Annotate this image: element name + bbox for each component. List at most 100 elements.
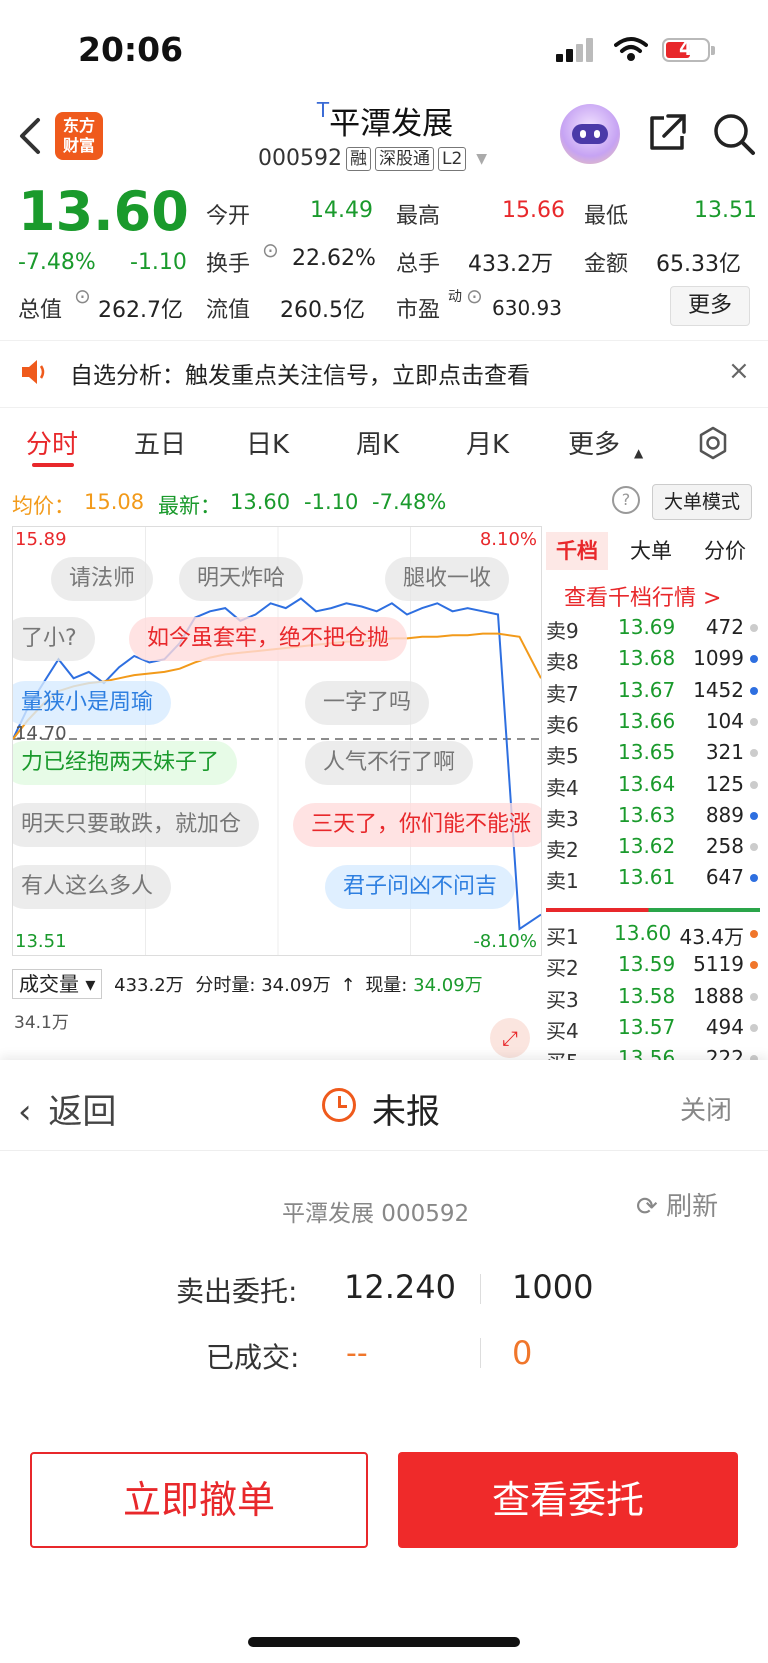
- order-indicator-dot: [750, 624, 758, 632]
- stat-value-turnover: 22.62%: [292, 246, 376, 271]
- more-button[interactable]: 更多: [670, 286, 750, 326]
- ask-row[interactable]: 卖4 13.64 125: [546, 769, 760, 800]
- stat-label-high: 最高: [396, 204, 441, 229]
- caret-icon: ▲: [634, 446, 644, 460]
- order-indicator-dot: [750, 749, 758, 758]
- settings-icon[interactable]: [696, 426, 730, 460]
- ask-volume: 472: [705, 615, 744, 639]
- panel-close-button[interactable]: 关闭: [680, 1090, 732, 1127]
- tab-monthly-k[interactable]: 月K: [466, 424, 509, 461]
- intraday-chart[interactable]: 请法师 明天炸哈 腿收一收 了小? 如今虽套牢，绝不把仓抛 量狭小是周瑜 一字了…: [12, 526, 542, 956]
- refresh-button[interactable]: ⟳ 刷新: [636, 1186, 718, 1223]
- bid-volume: 5119: [693, 952, 744, 977]
- ask-row[interactable]: 卖9 13.69 472: [546, 612, 760, 643]
- danmu-comment: 人气不行了啊: [305, 741, 474, 785]
- back-icon[interactable]: [18, 116, 42, 156]
- info-icon[interactable]: ⊙: [74, 284, 91, 308]
- change-value: -1.10: [130, 250, 187, 275]
- big-order-mode-button[interactable]: 大单模式: [652, 484, 752, 520]
- bid-label: 买4: [546, 1018, 579, 1043]
- ask-row[interactable]: 卖7 13.67 1452: [546, 675, 760, 706]
- orderbook-tabs: 千档 大单 分价: [546, 532, 760, 572]
- tab-big-order[interactable]: 大单: [630, 532, 672, 570]
- orderbook-divider: [546, 908, 760, 912]
- stock-title[interactable]: T平潭发展: [240, 98, 530, 143]
- refresh-icon: ⟳: [636, 1192, 658, 1222]
- bid-label: 买1: [546, 925, 579, 949]
- stat-label-turnover: 换手: [206, 252, 251, 277]
- bid-price: 13.60: [614, 921, 672, 945]
- help-icon[interactable]: ?: [612, 486, 640, 514]
- app-logo[interactable]: 东方 财富: [55, 112, 103, 160]
- volume-selector[interactable]: 成交量 ▾: [12, 969, 103, 999]
- panel-back-button[interactable]: ‹ 返回: [18, 1084, 116, 1133]
- tab-thousand-level[interactable]: 千档: [546, 532, 608, 570]
- order-indicator-dot: [750, 1023, 758, 1032]
- tab-daily-k[interactable]: 日K: [246, 424, 289, 461]
- ask-price: 13.63: [618, 802, 676, 827]
- order-indicator-dot: [750, 655, 758, 664]
- ask-row[interactable]: 卖1 13.61 647: [546, 862, 760, 893]
- info-icon[interactable]: ⊙: [466, 284, 483, 308]
- ask-volume: 321: [705, 740, 744, 765]
- cancel-order-button[interactable]: 立即撤单: [30, 1452, 368, 1548]
- close-icon[interactable]: ×: [728, 356, 750, 386]
- tick-volume-label: 分时量:: [195, 975, 256, 996]
- danmu-comment: 明天炸哈: [179, 557, 304, 601]
- ask-label: 卖9: [546, 619, 579, 643]
- assistant-avatar-icon[interactable]: [560, 104, 620, 164]
- ask-row[interactable]: 卖5 13.65 321: [546, 737, 760, 768]
- info-icon[interactable]: ⊙: [262, 238, 279, 262]
- tab-price-dist[interactable]: 分价: [704, 532, 746, 570]
- ask-price: 13.68: [618, 646, 676, 671]
- stat-value-pe: 630.93: [492, 296, 562, 320]
- tick-volume-value: 34.09万: [261, 975, 331, 996]
- search-icon[interactable]: [712, 112, 756, 156]
- tab-intraday[interactable]: 分时: [26, 424, 78, 461]
- ask-row[interactable]: 卖2 13.62 258: [546, 831, 760, 862]
- order-indicator-dot: [750, 874, 758, 883]
- bid-row[interactable]: 买4 13.57 494: [546, 1012, 760, 1043]
- sell-order-qty: 1000: [512, 1268, 594, 1306]
- avg-value: 15.08: [84, 490, 145, 514]
- bid-row[interactable]: 买2 13.59 5119: [546, 949, 760, 980]
- tab-5day[interactable]: 五日: [134, 424, 186, 461]
- stat-value-high: 15.66: [502, 198, 565, 223]
- stat-value-mktcap: 262.7亿: [98, 298, 183, 323]
- danmu-comment: 量狭小是周瑜: [13, 681, 172, 725]
- view-orders-button[interactable]: 查看委托: [398, 1452, 738, 1548]
- tab-weekly-k[interactable]: 周K: [356, 424, 399, 461]
- stock-subline[interactable]: 000592 融 深股通 L2 ▼: [258, 146, 487, 171]
- change-pct: -7.48%: [18, 250, 96, 275]
- avg-label: 均价：: [12, 494, 75, 518]
- ask-volume: 104: [705, 708, 744, 733]
- danmu-comment: 了小?: [13, 617, 95, 661]
- volume-row: 成交量 ▾ 433.2万 分时量: 34.09万 ↑ 现量: 34.09万: [12, 968, 483, 999]
- share-icon[interactable]: [646, 112, 688, 154]
- wifi-icon: [614, 37, 648, 61]
- order-indicator-dot: [750, 717, 758, 726]
- battery-icon: 4: [662, 36, 710, 62]
- signal-icon: [556, 38, 596, 62]
- bid-row[interactable]: 买1 13.60 43.4万: [546, 918, 760, 949]
- bid-volume: 1888: [693, 983, 744, 1008]
- danmu-comment: 请法师: [51, 557, 154, 601]
- ask-row[interactable]: 卖3 13.63 889: [546, 800, 760, 831]
- stat-value-float: 260.5亿: [280, 298, 365, 323]
- bid-label: 买3: [546, 987, 579, 1012]
- ask-row[interactable]: 卖6 13.66 104: [546, 706, 760, 737]
- bid-row[interactable]: 买3 13.58 1888: [546, 981, 760, 1012]
- ask-label: 卖8: [546, 650, 579, 675]
- tab-more[interactable]: 更多: [568, 424, 620, 461]
- ask-row[interactable]: 卖8 13.68 1099: [546, 643, 760, 674]
- expand-icon[interactable]: ⤢: [490, 1018, 530, 1058]
- home-indicator[interactable]: [248, 1637, 520, 1647]
- stat-label-float: 流值: [206, 298, 251, 323]
- thousand-level-link[interactable]: 查看千档行情 >: [564, 580, 721, 612]
- latest-label: 最新：: [158, 494, 221, 518]
- y-top-label: 15.89: [15, 529, 67, 550]
- dropdown-icon: ▼: [476, 150, 488, 167]
- ask-price: 13.61: [618, 865, 676, 890]
- pct-top-label: 8.10%: [479, 529, 537, 550]
- order-indicator-dot: [750, 992, 758, 1001]
